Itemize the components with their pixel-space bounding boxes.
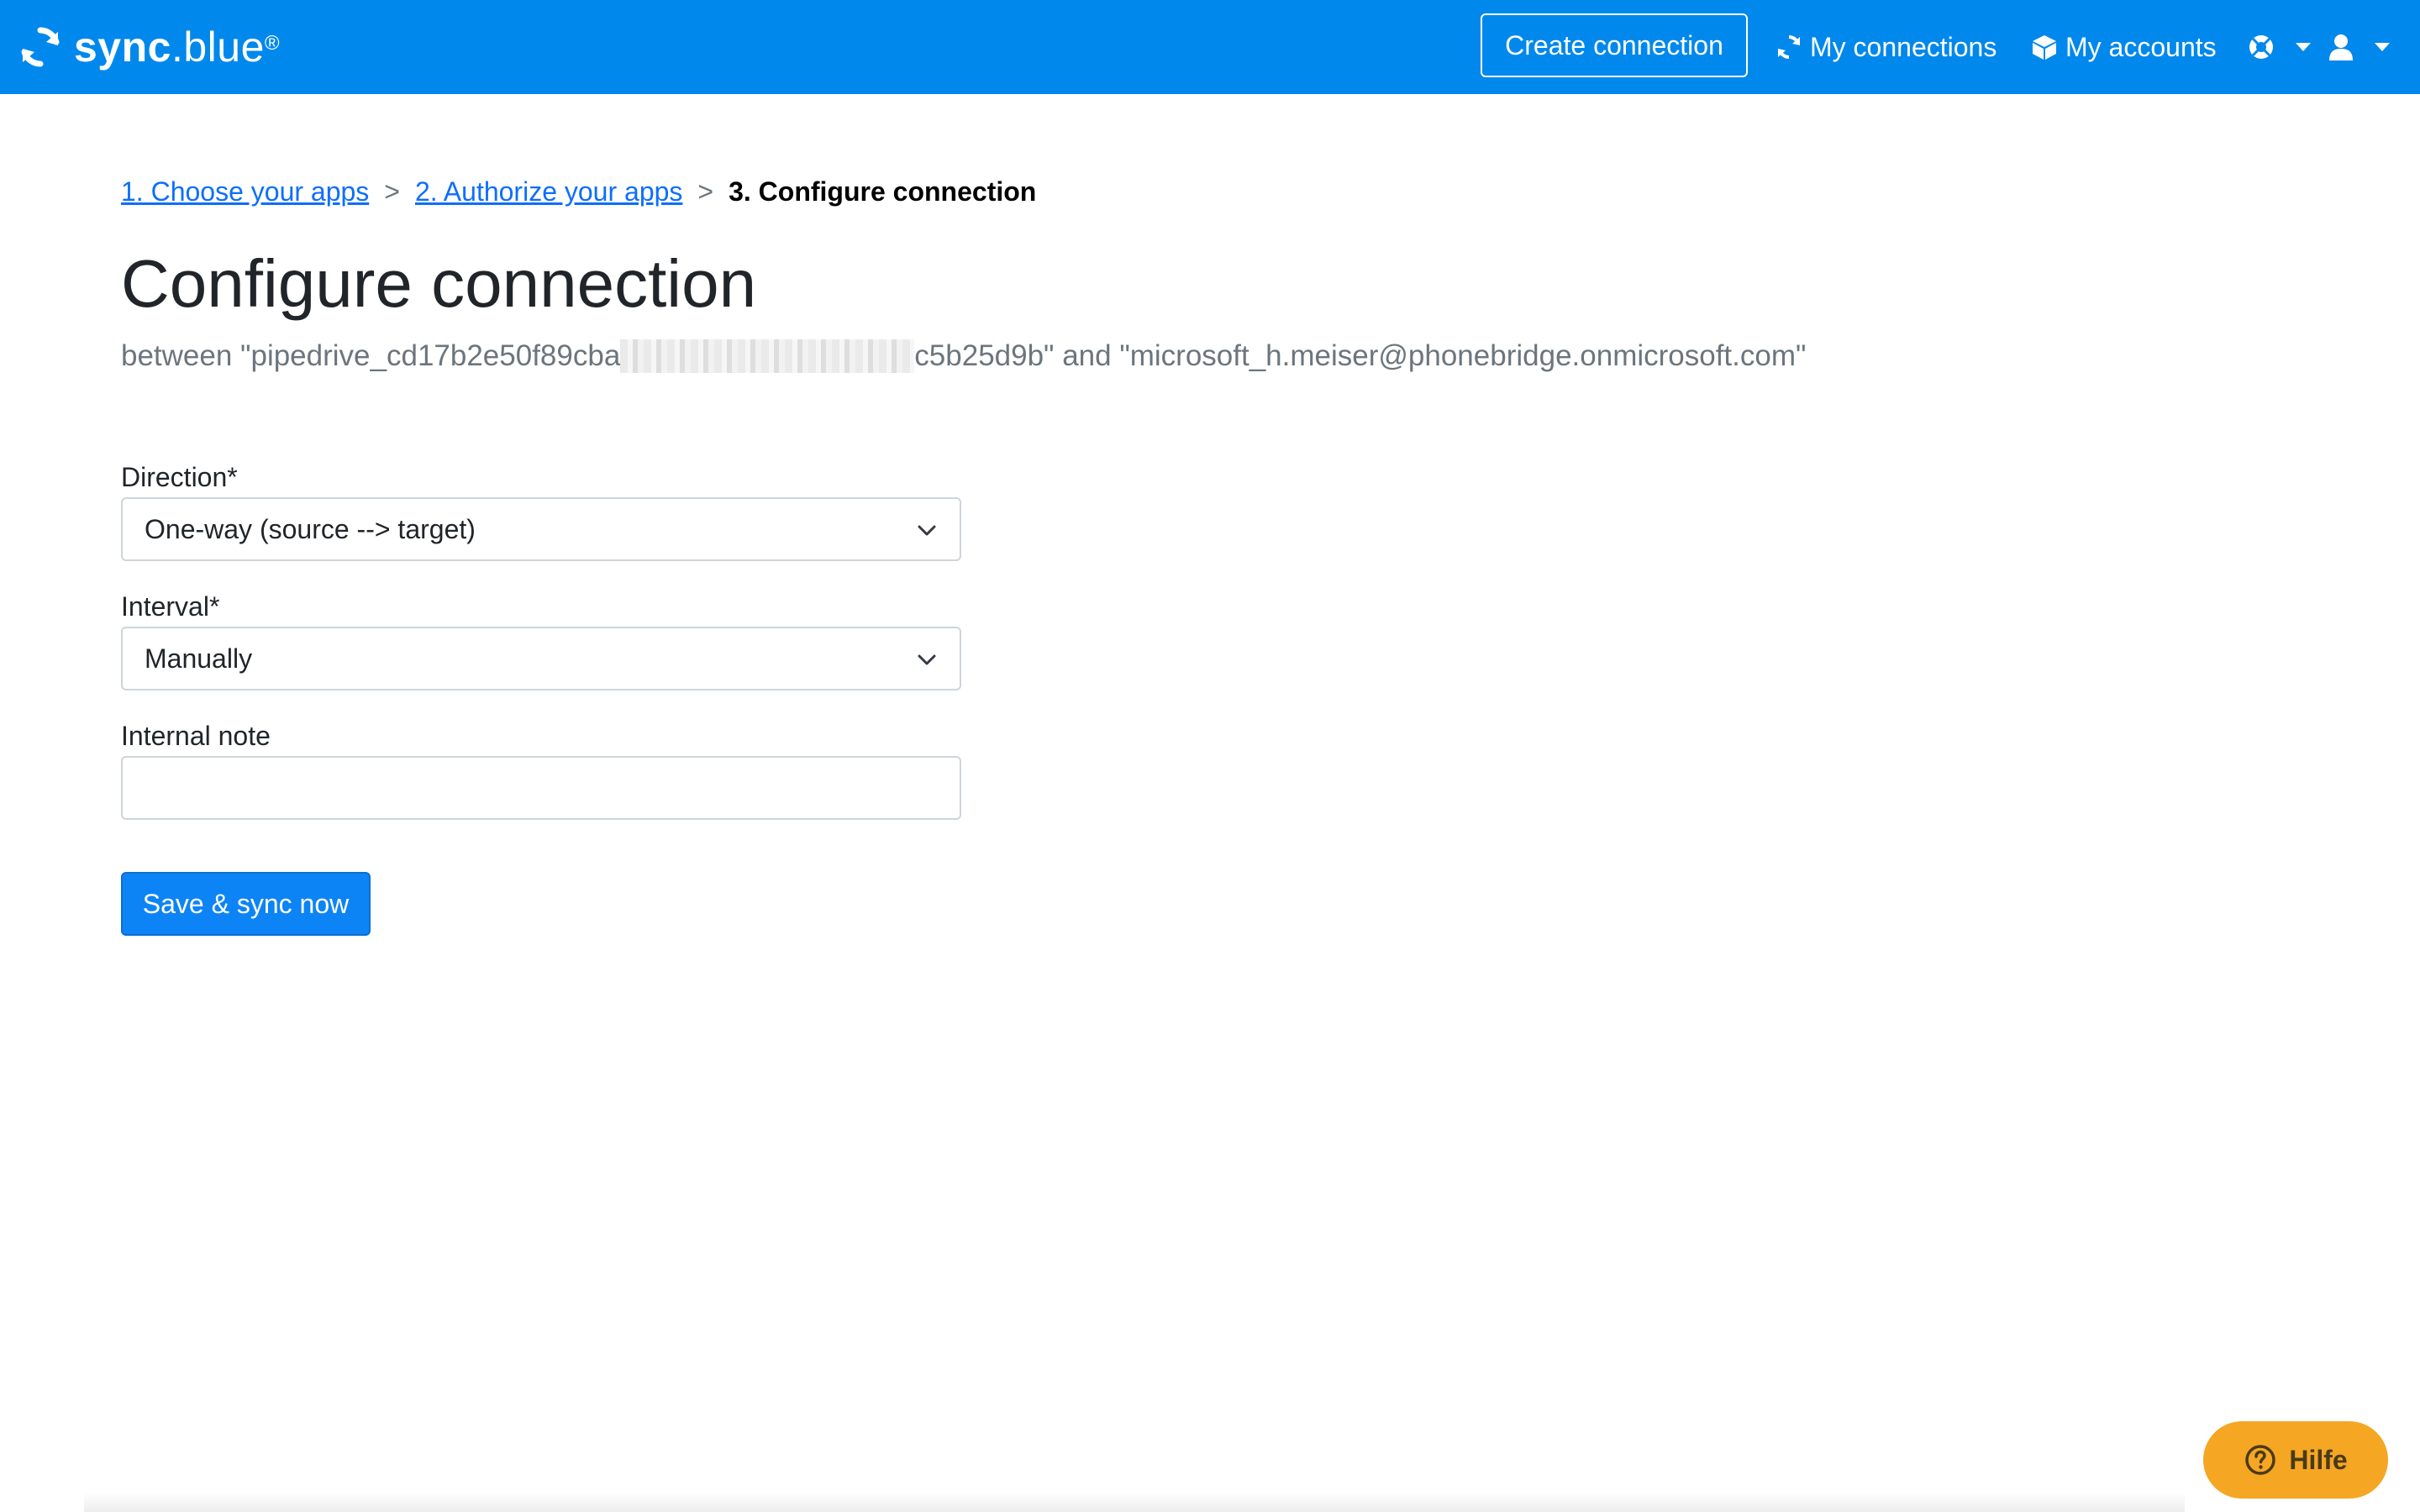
chevron-down-icon [2296,43,2311,51]
breadcrumb-separator: > [384,176,400,207]
subtitle-target-account: c5b25d9b" and "microsoft_h.meiser@phoneb… [914,339,1807,372]
interval-label: Interval* [121,591,220,622]
save-and-sync-button[interactable]: Save & sync now [121,872,371,936]
direction-select[interactable]: One-way (source --> target) [121,497,961,561]
top-navbar: sync .blue ® Create connection My connecti… [0,0,2420,94]
create-connection-button[interactable]: Create connection [1481,13,1748,77]
user-icon [2329,34,2353,60]
page-title: Configure connection [121,246,757,321]
box-icon [2033,35,2056,60]
help-widget-button[interactable]: Hilfe [2203,1421,2388,1499]
subtitle-source-account: between "pipedrive_cd17b2e50f89cba [121,339,621,372]
chevron-down-icon [2375,43,2390,51]
internal-note-label: Internal note [121,721,271,751]
chevron-down-icon [918,654,936,665]
connection-subtitle: between "pipedrive_cd17b2e50f89cba c5b25d… [121,339,1806,373]
sync-icon [1778,35,1800,59]
brand-name-rest: .blue [171,24,265,71]
brand-logo[interactable]: sync .blue ® [18,0,280,94]
breadcrumb-step-configure-connection: 3. Configure connection [729,176,1037,207]
window-bottom-shadow [84,1492,2185,1512]
breadcrumb-step-choose-apps[interactable]: 1. Choose your apps [121,176,369,207]
breadcrumb-step-authorize-apps[interactable]: 2. Authorize your apps [415,176,682,207]
help-widget-label: Hilfe [2289,1444,2348,1475]
chevron-down-icon [918,525,936,536]
redacted-text [620,339,915,373]
breadcrumb-separator: > [697,176,714,207]
interval-selected-value: Manually [145,643,253,674]
sync-logo-icon [21,27,60,67]
internal-note-input[interactable] [121,756,961,820]
brand-name-bold: sync [74,24,171,71]
nav-my-connections[interactable]: My connections [1775,0,1996,94]
interval-select[interactable]: Manually [121,627,961,690]
help-menu-dropdown[interactable] [2247,0,2311,94]
nav-my-accounts-label: My accounts [2065,31,2217,62]
nav-my-connections-label: My connections [1810,31,1997,62]
direction-label: Direction* [121,462,238,492]
nav-my-accounts[interactable]: My accounts [2030,0,2217,94]
lifebuoy-icon [2249,35,2273,59]
question-circle-icon [2245,1445,2276,1475]
brand-trademark: ® [264,32,281,55]
user-menu-dropdown[interactable] [2328,0,2390,94]
breadcrumb: 1. Choose your apps > 2. Authorize your … [121,176,1036,207]
direction-selected-value: One-way (source --> target) [145,513,476,544]
